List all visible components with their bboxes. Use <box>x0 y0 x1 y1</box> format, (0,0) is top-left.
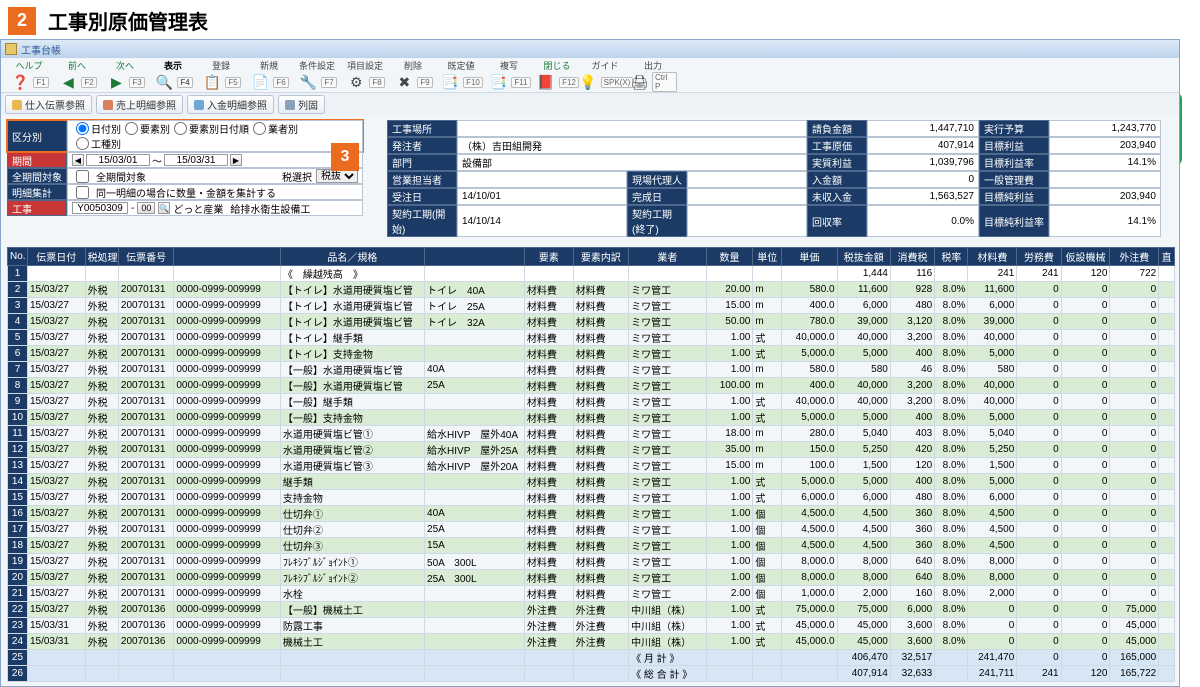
col-header[interactable]: 消費税 <box>890 248 934 266</box>
prev-period-button[interactable]: ◀ <box>72 154 84 166</box>
subtab-0[interactable]: 仕入伝票参照 <box>5 95 92 114</box>
toolbar-条件設定[interactable]: 条件設定🔧F7 <box>293 59 341 92</box>
table-row[interactable]: 1915/03/27外税200701310000-0999-009999ﾌﾚｷｼ… <box>8 554 1175 570</box>
select-tax[interactable]: 税抜 <box>316 169 358 183</box>
toolbar-ヘルプ[interactable]: ヘルプ❓F1 <box>5 59 53 92</box>
col-header[interactable]: 税処理 <box>85 248 118 266</box>
col-header[interactable] <box>174 248 280 266</box>
section-number-badge: 2 <box>8 7 36 35</box>
toolbar-新規[interactable]: 新規📄F6 <box>245 59 293 92</box>
toolbar-既定値[interactable]: 既定値📑F10 <box>437 59 485 92</box>
radio-kind[interactable] <box>76 137 89 150</box>
label-koji: 工事 <box>7 200 67 216</box>
col-header[interactable]: 業者 <box>629 248 707 266</box>
toolbar-出力[interactable]: 出力🖨Ctrl P <box>629 59 677 92</box>
table-row[interactable]: 1115/03/27外税200701310000-0999-009999水道用硬… <box>8 426 1175 442</box>
toolbar-項目設定[interactable]: 項目設定⚙F8 <box>341 59 389 92</box>
col-header[interactable]: 単位 <box>753 248 782 266</box>
table-row[interactable]: 1015/03/27外税200701310000-0999-009999【一般】… <box>8 410 1175 426</box>
toolbar-次へ[interactable]: 次へ▶F3 <box>101 59 149 92</box>
search-icon[interactable]: 🔍 <box>158 202 170 214</box>
col-header[interactable]: 税率 <box>935 248 968 266</box>
sub-toolbar: 仕入伝票参照売上明細参照入金明細参照列固 <box>1 92 1179 116</box>
col-header[interactable] <box>425 248 525 266</box>
radio-yoso[interactable] <box>125 122 138 135</box>
label-kubun: 区分別 <box>7 120 67 152</box>
toolbar-閉じる[interactable]: 閉じる📕F12 <box>533 59 581 92</box>
col-header[interactable]: 要素 <box>524 248 573 266</box>
radio-gyosha[interactable] <box>253 122 266 135</box>
table-row[interactable]: 2315/03/31外税200701360000-0999-009999防露工事… <box>8 618 1175 634</box>
chk-same[interactable] <box>76 186 89 199</box>
col-header[interactable]: 単価 <box>782 248 837 266</box>
table-row[interactable]: 815/03/27外税200701310000-0999-009999【一般】水… <box>8 378 1175 394</box>
subtab-2[interactable]: 入金明細参照 <box>187 95 274 114</box>
callout-3: 3 <box>331 143 359 171</box>
radio-date[interactable] <box>76 122 89 135</box>
col-header[interactable]: 数量 <box>706 248 753 266</box>
radio-yoso-date[interactable] <box>174 122 187 135</box>
table-row[interactable]: 1315/03/27外税200701310000-0999-009999水道用硬… <box>8 458 1175 474</box>
table-row[interactable]: 1515/03/27外税200701310000-0999-009999支持金物… <box>8 490 1175 506</box>
toolbar-ガイド[interactable]: ガイド💡SPK(X) <box>581 59 629 92</box>
date-from[interactable]: 15/03/01 <box>86 154 150 166</box>
subtab-1[interactable]: 売上明細参照 <box>96 95 183 114</box>
toolbar-登録[interactable]: 登録📋F5 <box>197 59 245 92</box>
toolbar-削除[interactable]: 削除✖F9 <box>389 59 437 92</box>
col-header[interactable]: 材料費 <box>968 248 1017 266</box>
col-header[interactable]: 外注費 <box>1110 248 1159 266</box>
table-row[interactable]: 1《 繰越残高 》1,444116241241120722 <box>8 266 1175 282</box>
col-header[interactable]: 仮設機械 <box>1061 248 1110 266</box>
chk-allperiod[interactable] <box>76 170 89 183</box>
koji-code[interactable]: Y0050309 <box>72 202 128 214</box>
table-row[interactable]: 1615/03/27外税200701310000-0999-009999仕切弁①… <box>8 506 1175 522</box>
page-title: 工事別原価管理表 <box>48 6 208 35</box>
date-to[interactable]: 15/03/31 <box>164 154 228 166</box>
table-row[interactable]: 2115/03/27外税200701310000-0999-009999水栓材料… <box>8 586 1175 602</box>
label-period: 期間 <box>7 152 67 168</box>
table-row[interactable]: 2015/03/27外税200701310000-0999-009999ﾌﾚｷｼ… <box>8 570 1175 586</box>
label-allperiod: 全期間対象 <box>7 168 67 184</box>
col-header[interactable]: 伝票番号 <box>118 248 173 266</box>
table-row[interactable]: 1215/03/27外税200701310000-0999-009999水道用硬… <box>8 442 1175 458</box>
label-meisai: 明細集計 <box>7 184 67 200</box>
label-taxsel: 税選択 <box>282 169 312 184</box>
col-header[interactable]: No. <box>8 248 28 266</box>
col-header[interactable]: 伝票日付 <box>27 248 85 266</box>
table-row[interactable]: 1815/03/27外税200701310000-0999-009999仕切弁③… <box>8 538 1175 554</box>
cost-grid[interactable]: No.伝票日付税処理伝票番号 品名／規格 要素要素内訳業者数量単位単価税抜金額消費税… <box>7 247 1175 682</box>
table-row[interactable]: 515/03/27外税200701310000-0999-009999【トイレ】… <box>8 330 1175 346</box>
table-row[interactable]: 2415/03/31外税200701360000-0999-009999機械土工… <box>8 634 1175 650</box>
toolbar: ヘルプ❓F1前へ◀F2次へ▶F3表示🔍F4登録📋F5新規📄F6条件設定🔧F7項目… <box>1 58 1179 92</box>
table-row[interactable]: 315/03/27外税200701310000-0999-009999【トイレ】… <box>8 298 1175 314</box>
col-header[interactable]: 要素内訳 <box>573 248 628 266</box>
col-header[interactable]: 直 <box>1159 248 1175 266</box>
table-row[interactable]: 915/03/27外税200701310000-0999-009999【一般】継… <box>8 394 1175 410</box>
col-header[interactable]: 品名／規格 <box>280 248 424 266</box>
table-row[interactable]: 1715/03/27外税200701310000-0999-009999仕切弁②… <box>8 522 1175 538</box>
toolbar-表示[interactable]: 表示🔍F4 <box>149 59 197 92</box>
table-row[interactable]: 25《 月 計 》406,47032,517241,47000165,000 <box>8 650 1175 666</box>
table-row[interactable]: 715/03/27外税200701310000-0999-009999【一般】水… <box>8 362 1175 378</box>
table-row[interactable]: 2215/03/27外税200701360000-0999-009999【一般】… <box>8 602 1175 618</box>
app-icon <box>5 43 17 55</box>
window-titlebar: 工事台帳 <box>1 40 1179 58</box>
toolbar-前へ[interactable]: 前へ◀F2 <box>53 59 101 92</box>
col-header[interactable]: 税抜金額 <box>837 248 890 266</box>
btn-00[interactable]: 00 <box>137 202 155 214</box>
table-row[interactable]: 215/03/27外税200701310000-0999-009999【トイレ】… <box>8 282 1175 298</box>
col-header[interactable]: 労務費 <box>1017 248 1061 266</box>
table-row[interactable]: 415/03/27外税200701310000-0999-009999【トイレ】… <box>8 314 1175 330</box>
subtab-3[interactable]: 列固 <box>278 95 325 114</box>
toolbar-複写[interactable]: 複写📑F11 <box>485 59 533 92</box>
next-period-button[interactable]: ▶ <box>230 154 242 166</box>
table-row[interactable]: 1415/03/27外税200701310000-0999-009999継手類材… <box>8 474 1175 490</box>
table-row[interactable]: 615/03/27外税200701310000-0999-009999【トイレ】… <box>8 346 1175 362</box>
